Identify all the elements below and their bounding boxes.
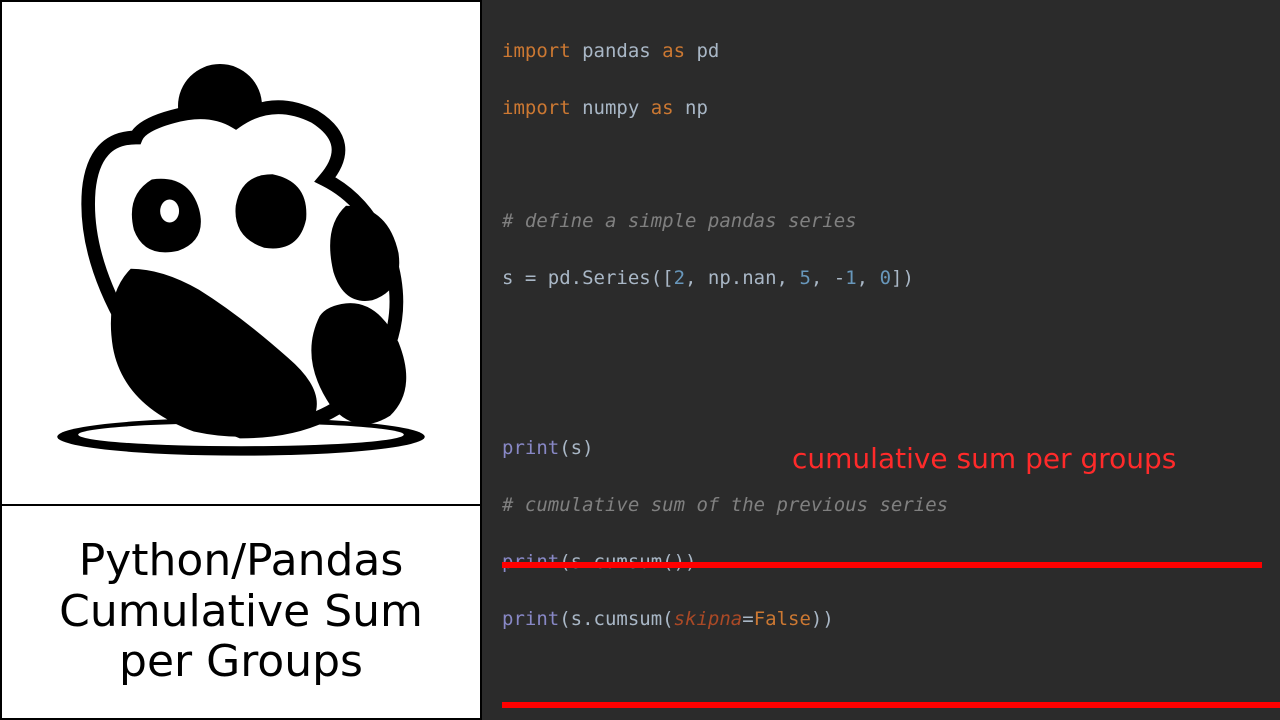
red-underline <box>502 562 1262 568</box>
code-line: s = pd.Series([2, np.nan, 5, -1, 0]) <box>502 264 1280 293</box>
left-panel: Python/Pandas Cumulative Sum per Groups <box>0 0 482 720</box>
title-line-2: Cumulative Sum <box>12 587 470 638</box>
code-line: import pandas as pd <box>502 37 1280 66</box>
panda-icon <box>31 43 451 463</box>
title-line-1: Python/Pandas <box>12 536 470 587</box>
red-underline <box>502 702 1280 708</box>
panda-logo-area <box>2 2 480 506</box>
code-comment: # cumulative sum of the previous series <box>502 491 1280 520</box>
code-line: import numpy as np <box>502 94 1280 123</box>
annotation-text: cumulative sum per groups <box>792 438 1176 480</box>
title-text: Python/Pandas Cumulative Sum per Groups <box>2 506 480 718</box>
code-comment: # define a simple pandas series <box>502 207 1280 236</box>
title-line-3: per Groups <box>12 637 470 688</box>
code-line: print(s.cumsum(skipna=False)) <box>502 605 1280 634</box>
code-editor[interactable]: import pandas as pd import numpy as np #… <box>482 0 1280 720</box>
